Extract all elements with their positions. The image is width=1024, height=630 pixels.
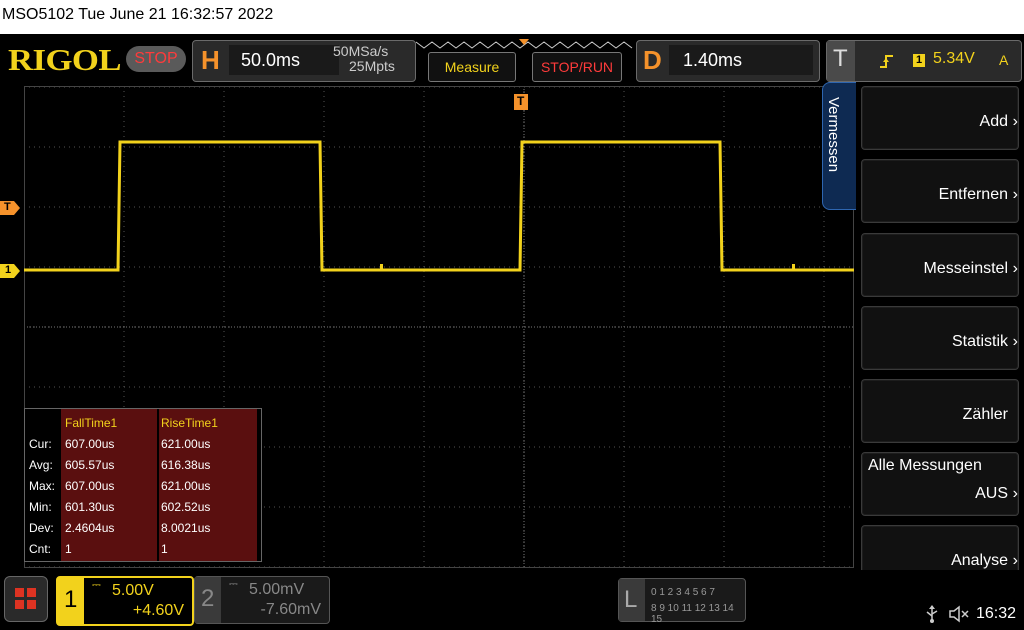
stop-run-button[interactable]: STOP/RUN (532, 52, 622, 82)
chevron-right-icon: › (1012, 552, 1018, 569)
menu-item-messeinstel[interactable]: Messeinstel › (861, 233, 1019, 297)
horizontal-label: H (201, 45, 220, 75)
channel2-box[interactable]: 2 ⎓ 5.00mV -7.60mV (194, 576, 330, 624)
logic-analyzer-box[interactable]: L 0 1 2 3 4 5 6 7 8 9 10 11 12 13 14 15 (618, 578, 746, 625)
trigger-level: 5.34V (933, 50, 975, 67)
trigger-panel[interactable]: T 1 5.34V A (826, 40, 1022, 82)
channel1-number: 1 (64, 586, 78, 613)
trigger-channel-badge: 1 (913, 54, 925, 67)
logic-channels-row1: 0 1 2 3 4 5 6 7 (651, 587, 715, 598)
delay-label: D (643, 45, 662, 75)
measurement-table: FallTime1 RiseTime1 Cur: 607.00us 621.00… (24, 408, 262, 562)
channel1-scale: 5.00V (112, 582, 154, 599)
table-cell: 1 (65, 542, 72, 556)
row-label: Max: (29, 479, 56, 493)
speaker-muted-icon[interactable] (948, 604, 970, 624)
row-label: Dev: (29, 521, 54, 535)
table-cell: 621.00us (161, 437, 211, 451)
row-label: Avg: (29, 458, 53, 472)
trigger-label: T (833, 45, 848, 72)
table-cell: 602.52us (161, 500, 211, 514)
table-cell: 2.4604us (65, 521, 115, 535)
clock-time: 16:32 (976, 605, 1017, 622)
logic-channels-row2: 8 9 10 11 12 13 14 15 (651, 603, 734, 625)
menu-tab-vermessen[interactable]: Vermessen (822, 82, 858, 210)
chevron-right-icon: › (1012, 485, 1018, 502)
logic-label: L (624, 586, 638, 613)
table-cell: 8.0021us (161, 521, 211, 535)
table-cell: 607.00us (65, 437, 115, 451)
chevron-right-icon: › (1012, 113, 1018, 130)
channel1-offset: +4.60V (132, 602, 184, 619)
delay-value: 1.40ms (683, 50, 743, 70)
memory-overview-icon (415, 39, 633, 49)
memory-depth: 25Mpts (349, 58, 395, 74)
column-header: FallTime1 (65, 416, 118, 430)
title-bar: MSO5102 Tue June 21 16:32:57 2022 (0, 0, 1024, 34)
channel1-ground-marker[interactable]: 1 (0, 264, 20, 278)
channel2-scale: 5.00mV (249, 581, 305, 598)
rigol-logo: RIGOL (8, 42, 122, 77)
menu-item-alle-messungen[interactable]: Alle Messungen AUS › (861, 452, 1019, 516)
main-menu-button[interactable] (4, 576, 48, 622)
rising-edge-icon (880, 55, 893, 68)
timebase-value: 50.0ms (241, 50, 301, 70)
table-cell: 616.38us (161, 458, 211, 472)
column-header: RiseTime1 (161, 416, 218, 430)
side-menu: Add › Entfernen › Messeinstel › Statisti… (856, 82, 1024, 596)
table-cell: 607.00us (65, 479, 115, 493)
delay-panel[interactable]: D 1.40ms (636, 40, 820, 82)
table-cell: 621.00us (161, 479, 211, 493)
grid-menu-icon (15, 588, 36, 609)
row-label: Min: (29, 500, 52, 514)
channel2-offset: -7.60mV (260, 601, 321, 618)
menu-item-zaehler[interactable]: Zähler (861, 379, 1019, 443)
chevron-right-icon: › (1012, 186, 1018, 203)
channel1-waveform (24, 140, 854, 272)
table-cell: 601.30us (65, 500, 115, 514)
sample-rate: 50MSa/s (333, 43, 389, 59)
chevron-right-icon: › (1012, 333, 1018, 350)
title-text: MSO5102 Tue June 21 16:32:57 2022 (2, 6, 274, 23)
dc-coupling-icon: ⎓ (92, 579, 101, 591)
horizontal-panel[interactable]: H 50.0ms 50MSa/s 25Mpts (192, 40, 416, 82)
trigger-position-marker[interactable]: T (514, 94, 528, 110)
run-state-badge[interactable]: STOP (126, 46, 186, 72)
chevron-right-icon: › (1012, 260, 1018, 277)
dc-coupling-icon: ⎓ (229, 578, 238, 590)
channel1-box[interactable]: 1 ⎓ 5.00V +4.60V (56, 576, 194, 626)
usb-icon (926, 605, 938, 623)
trigger-mode: A (999, 52, 1009, 68)
trigger-level-marker[interactable]: T (0, 201, 20, 215)
table-cell: 1 (161, 542, 168, 556)
menu-item-statistik[interactable]: Statistik › (861, 306, 1019, 370)
measure-button[interactable]: Measure (428, 52, 516, 82)
row-label: Cur: (29, 437, 52, 451)
menu-item-add[interactable]: Add › (861, 86, 1019, 150)
menu-item-entfernen[interactable]: Entfernen › (861, 159, 1019, 223)
table-cell: 605.57us (65, 458, 115, 472)
row-label: Cnt: (29, 542, 52, 556)
channel2-number: 2 (201, 585, 215, 612)
